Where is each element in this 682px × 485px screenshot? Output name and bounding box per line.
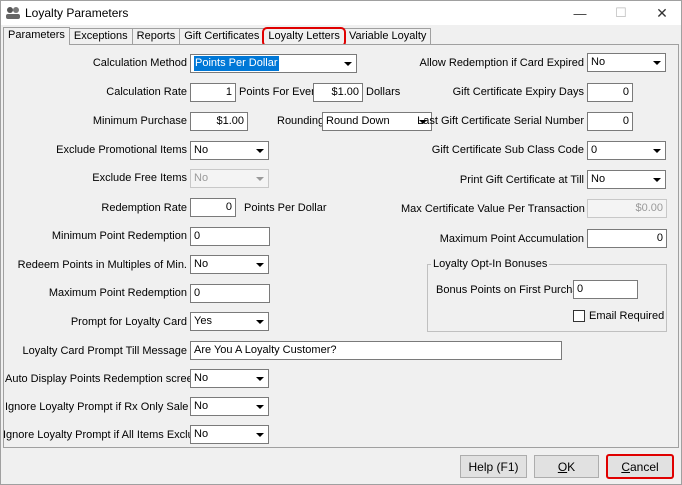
chevron-down-icon[interactable] [252, 398, 268, 415]
ignore-all-excluded-label: Ignore Loyalty Prompt if All Items Exclu… [3, 429, 213, 441]
title-bar: Loyalty Parameters — ☐ ✕ [1, 1, 681, 25]
tab-parameters[interactable]: Parameters [3, 27, 70, 45]
calculation-method-label: Calculation Method [92, 57, 187, 69]
app-icon [6, 7, 20, 19]
print-gift-cert-value: No [591, 173, 606, 185]
prompt-for-card-dropdown[interactable]: Yes [190, 312, 269, 331]
tab-reports[interactable]: Reports [132, 28, 181, 45]
gift-cert-expiry-label: Gift Certificate Expiry Days [452, 86, 584, 98]
calculation-rate-label: Calculation Rate [106, 86, 187, 98]
exclude-free-dropdown: No [190, 169, 269, 188]
rounding-value: Round Down [326, 115, 390, 127]
prompt-message-input[interactable]: Are You A Loyalty Customer? [190, 341, 562, 360]
chevron-down-icon[interactable] [649, 171, 665, 188]
minimum-point-redemption-input[interactable]: 0 [190, 227, 270, 246]
calculation-method-value: Points Per Dollar [194, 56, 279, 71]
tab-strip: Parameters Exceptions Reports Gift Certi… [3, 27, 432, 47]
minimum-purchase-input[interactable]: $1.00 [190, 112, 248, 131]
print-gift-cert-label: Print Gift Certificate at Till [459, 174, 584, 186]
calculation-rate-input[interactable]: 1 [190, 83, 236, 102]
chevron-down-icon[interactable] [340, 55, 356, 72]
maximum-point-redemption-label: Maximum Point Redemption [48, 287, 187, 299]
minimum-point-redemption-label: Minimum Point Redemption [51, 230, 187, 242]
points-per-dollar-label: Points Per Dollar [244, 202, 327, 214]
redeem-multiples-label: Redeem Points in Multiples of Min. [17, 259, 187, 271]
window-title: Loyalty Parameters [25, 6, 129, 20]
ok-button-label: K [567, 459, 576, 474]
rounding-label: Rounding [277, 115, 325, 127]
chevron-down-icon[interactable] [252, 370, 268, 387]
ignore-all-excluded-dropdown[interactable]: No [190, 425, 269, 444]
chevron-down-icon[interactable] [649, 142, 665, 159]
parameters-panel [3, 44, 679, 448]
auto-display-label: Auto Display Points Redemption screen [5, 373, 199, 385]
chevron-down-icon[interactable] [252, 426, 268, 443]
points-for-every-label: Points For Every [239, 86, 321, 98]
ok-button-mnemonic: O [557, 459, 568, 474]
minimize-button[interactable]: — [565, 1, 595, 25]
max-cert-value-input: $0.00 [587, 199, 667, 218]
max-point-accumulation-label: Maximum Point Accumulation [439, 233, 584, 245]
dollars-label: Dollars [366, 86, 401, 98]
ignore-all-excluded-value: No [194, 428, 209, 440]
tab-exceptions[interactable]: Exceptions [69, 28, 133, 45]
ignore-rx-only-dropdown[interactable]: No [190, 397, 269, 416]
print-gift-cert-dropdown[interactable]: No [587, 170, 666, 189]
exclude-free-label: Exclude Free Items [92, 172, 187, 184]
allow-redemption-expired-label: Allow Redemption if Card Expired [419, 57, 584, 69]
redemption-rate-input[interactable]: 0 [190, 198, 236, 217]
opt-in-bonuses-title: Loyalty Opt-In Bonuses [431, 258, 550, 271]
chevron-down-icon[interactable] [252, 313, 268, 330]
tab-variable-loyalty[interactable]: Variable Loyalty [344, 28, 432, 45]
redemption-rate-label: Redemption Rate [101, 202, 187, 214]
maximum-point-redemption-input[interactable]: 0 [190, 284, 270, 303]
prompt-for-card-value: Yes [194, 315, 212, 327]
chevron-down-icon[interactable] [252, 256, 268, 273]
email-required-label: Email Required [589, 310, 665, 322]
exclude-promotional-label: Exclude Promotional Items [56, 144, 187, 156]
maximize-button[interactable]: ☐ [606, 1, 636, 25]
max-point-accumulation-input[interactable]: 0 [587, 229, 667, 248]
redeem-multiples-value: No [194, 258, 209, 270]
cancel-button[interactable]: Cancel [606, 454, 674, 479]
exclude-promotional-dropdown[interactable]: No [190, 141, 269, 160]
gift-cert-sub-class-label: Gift Certificate Sub Class Code [431, 144, 584, 156]
calculation-amount-input[interactable]: $1.00 [313, 83, 363, 102]
tab-gift-certificates[interactable]: Gift Certificates [180, 28, 265, 45]
cancel-button-label: ancel [629, 459, 659, 474]
chevron-down-icon[interactable] [649, 54, 665, 71]
gift-cert-sub-class-dropdown[interactable]: 0 [587, 141, 666, 160]
bonus-points-label: Bonus Points on First Purchase [436, 284, 591, 296]
bonus-points-input[interactable]: 0 [573, 280, 638, 299]
prompt-for-card-label: Prompt for Loyalty Card [70, 316, 187, 328]
loyalty-parameters-window: Loyalty Parameters — ☐ ✕ Parameters Exce… [0, 0, 682, 485]
help-button[interactable]: Help (F1) [460, 455, 527, 478]
ok-button[interactable]: OK [534, 455, 599, 478]
ignore-rx-only-value: No [194, 400, 209, 412]
max-cert-value-label: Max Certificate Value Per Transaction [401, 203, 585, 215]
gift-cert-sub-class-value: 0 [591, 144, 598, 156]
exclude-promotional-value: No [194, 144, 209, 156]
tab-loyalty-letters[interactable]: Loyalty Letters [262, 27, 346, 47]
chevron-down-icon [252, 170, 268, 187]
redeem-multiples-dropdown[interactable]: No [190, 255, 269, 274]
auto-display-dropdown[interactable]: No [190, 369, 269, 388]
gift-cert-expiry-input[interactable]: 0 [587, 83, 633, 102]
calculation-method-dropdown[interactable]: Points Per Dollar [190, 54, 357, 73]
allow-redemption-expired-value: No [591, 56, 606, 68]
cancel-button-mnemonic: C [621, 459, 630, 474]
email-required-checkbox[interactable] [573, 310, 585, 322]
last-gift-cert-serial-label: Last Gift Certificate Serial Number [417, 115, 584, 127]
auto-display-value: No [194, 372, 209, 384]
ignore-rx-only-label: Ignore Loyalty Prompt if Rx Only Sale [5, 401, 189, 413]
help-button-label: Help (F1) [468, 459, 519, 474]
minimum-purchase-label: Minimum Purchase [92, 115, 187, 127]
last-gift-cert-serial-input[interactable]: 0 [587, 112, 633, 131]
close-button[interactable]: ✕ [647, 1, 677, 25]
allow-redemption-expired-dropdown[interactable]: No [587, 53, 666, 72]
chevron-down-icon[interactable] [252, 142, 268, 159]
exclude-free-value: No [194, 172, 209, 184]
prompt-message-label: Loyalty Card Prompt Till Message [22, 345, 187, 357]
